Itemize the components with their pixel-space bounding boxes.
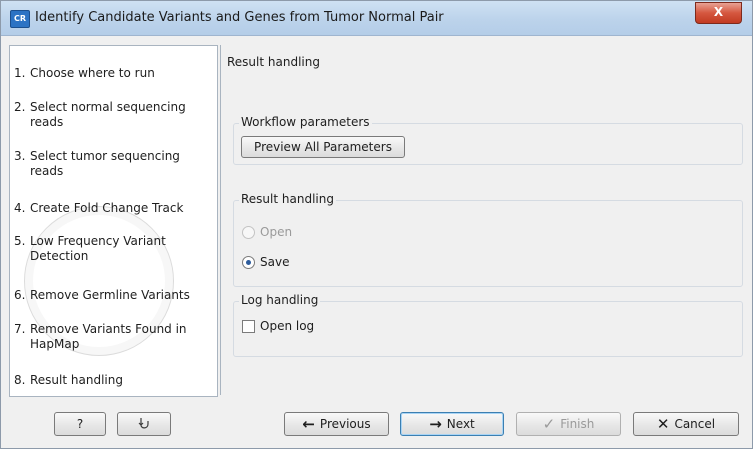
question-mark-icon: ? (76, 417, 84, 431)
arrow-right-icon: → (429, 415, 442, 433)
close-button[interactable]: X (695, 2, 742, 24)
step-label: Low Frequency Variant Detection (30, 234, 166, 263)
checkmark-icon: ✓ (542, 415, 556, 433)
open-radio-label: Open (260, 225, 293, 239)
title-bar: CR Identify Candidate Variants and Genes… (1, 1, 752, 36)
step-label: Remove Germline Variants (30, 288, 190, 302)
step-label: Select normal sequencing reads (30, 100, 186, 129)
close-x-icon: ✕ (656, 415, 670, 433)
button-bar: ? ← Previous → Next ✓ Finish ✕ Cancel (1, 397, 752, 448)
step-number: 4. (14, 201, 26, 215)
save-radio[interactable] (242, 256, 255, 269)
preview-all-parameters-button[interactable]: Preview All Parameters (241, 136, 405, 158)
undo-arrow-icon (138, 418, 149, 429)
step-number: 3. (14, 149, 26, 163)
cancel-label: Cancel (674, 417, 716, 431)
step-label: Choose where to run (30, 66, 155, 80)
workflow-parameters-group: Workflow parameters Preview All Paramete… (233, 115, 743, 165)
open-log-label: Open log (260, 319, 315, 333)
step-number: 5. (14, 234, 26, 248)
group-legend: Workflow parameters (239, 115, 372, 129)
reset-button[interactable] (117, 412, 171, 436)
open-radio[interactable] (242, 226, 255, 239)
help-button[interactable]: ? (54, 412, 106, 436)
step-number: 7. (14, 322, 26, 336)
step-number: 2. (14, 100, 26, 114)
step-number: 1. (14, 66, 26, 80)
window-title: Identify Candidate Variants and Genes fr… (35, 10, 444, 25)
group-legend: Log handling (239, 293, 321, 307)
log-handling-group: Log handling Open log (233, 293, 743, 357)
step-label: Remove Variants Found in HapMap (30, 322, 187, 351)
app-icon: CR (10, 10, 30, 28)
step-number: 8. (14, 373, 26, 387)
close-icon: X (713, 5, 724, 19)
step-number: 6. (14, 288, 26, 302)
arrow-left-icon: ← (302, 415, 315, 433)
previous-label: Previous (319, 417, 371, 431)
save-radio-label: Save (260, 255, 290, 269)
cancel-button[interactable]: ✕ Cancel (633, 412, 739, 436)
next-label: Next (446, 417, 475, 431)
content-panel: Result handling Workflow parameters Prev… (220, 45, 752, 395)
step-label: Select tumor sequencing reads (30, 149, 180, 178)
steps-panel: 1. Choose where to run 2. Select normal … (9, 45, 218, 397)
step-label: Create Fold Change Track (30, 201, 184, 215)
finish-button[interactable]: ✓ Finish (516, 412, 621, 436)
finish-label: Finish (560, 417, 595, 431)
previous-button[interactable]: ← Previous (284, 412, 389, 436)
open-log-checkbox[interactable] (242, 320, 255, 333)
wizard-dialog: CR Identify Candidate Variants and Genes… (0, 0, 753, 449)
next-button[interactable]: → Next (400, 412, 504, 436)
step-label: Result handling (30, 373, 123, 387)
group-legend: Result handling (239, 192, 336, 206)
page-title: Result handling (227, 55, 320, 69)
result-handling-group: Result handling Open Save (233, 192, 743, 287)
